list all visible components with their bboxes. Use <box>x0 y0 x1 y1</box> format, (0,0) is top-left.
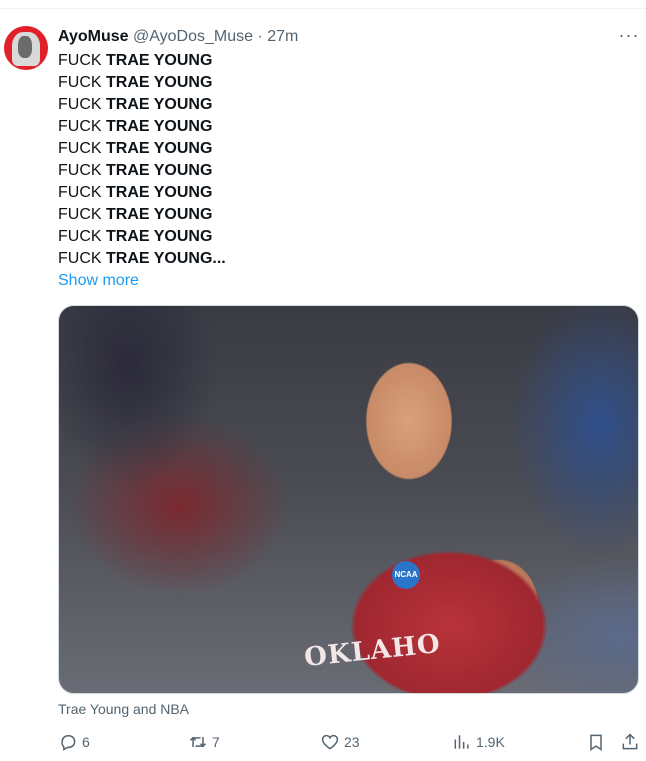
jersey-lettering: OKLAHO <box>302 628 443 674</box>
retweet-button[interactable]: 7 <box>188 730 220 754</box>
reply-count: 6 <box>82 734 90 750</box>
like-count: 23 <box>344 734 360 750</box>
more-options-icon[interactable]: ··· <box>616 26 642 46</box>
views-icon <box>454 735 469 749</box>
media-caption: Trae Young and NBA <box>58 701 190 717</box>
heart-icon <box>321 734 339 750</box>
bookmark-button[interactable] <box>586 730 606 754</box>
share-icon <box>622 733 638 750</box>
retweet-count: 7 <box>212 734 220 750</box>
tweet-media-image[interactable]: NCAA OKLAHO <box>58 305 639 694</box>
tweet-text-line: FUCK TRAE YOUNG <box>58 74 213 91</box>
bookmark-icon <box>590 734 602 751</box>
user-handle[interactable]: @AyoDos_Muse <box>133 28 253 45</box>
show-more-link[interactable]: Show more <box>58 270 139 292</box>
separator-dot: · <box>257 28 263 45</box>
tweet-text-line: FUCK TRAE YOUNG <box>58 162 213 179</box>
like-button[interactable]: 23 <box>320 730 360 754</box>
views-button[interactable]: 1.9K <box>452 730 505 754</box>
avatar[interactable] <box>4 26 48 70</box>
tweet-text: FUCK TRAE YOUNG FUCK TRAE YOUNG FUCK TRA… <box>58 50 618 270</box>
tweet-text-line: FUCK TRAE YOUNG <box>58 140 213 157</box>
display-name[interactable]: AyoMuse <box>58 28 129 45</box>
share-button[interactable] <box>620 730 640 754</box>
reply-button[interactable]: 6 <box>58 730 90 754</box>
tweet-text-line: FUCK TRAE YOUNG <box>58 228 213 245</box>
tweet-text-line: FUCK TRAE YOUNG <box>58 184 213 201</box>
action-bar: 6 7 23 1.9K <box>0 730 646 754</box>
ncaa-badge: NCAA <box>392 561 420 589</box>
views-count: 1.9K <box>476 734 505 750</box>
reply-icon <box>61 735 76 751</box>
tweet-text-line: FUCK TRAE YOUNG <box>58 206 213 223</box>
timestamp[interactable]: 27m <box>267 28 298 45</box>
tweet-header: AyoMuse @AyoDos_Muse · 27m <box>58 27 298 47</box>
tweet-text-line: FUCK TRAE YOUNG <box>58 118 213 135</box>
tweet-text-line: FUCK TRAE YOUNG <box>58 52 213 69</box>
retweet-icon <box>189 736 207 748</box>
tweet-text-line: FUCK TRAE YOUNG <box>58 96 213 113</box>
avatar-figure-detail <box>18 36 32 58</box>
top-divider <box>0 8 646 9</box>
tweet-text-line: FUCK TRAE YOUNG... <box>58 250 226 267</box>
